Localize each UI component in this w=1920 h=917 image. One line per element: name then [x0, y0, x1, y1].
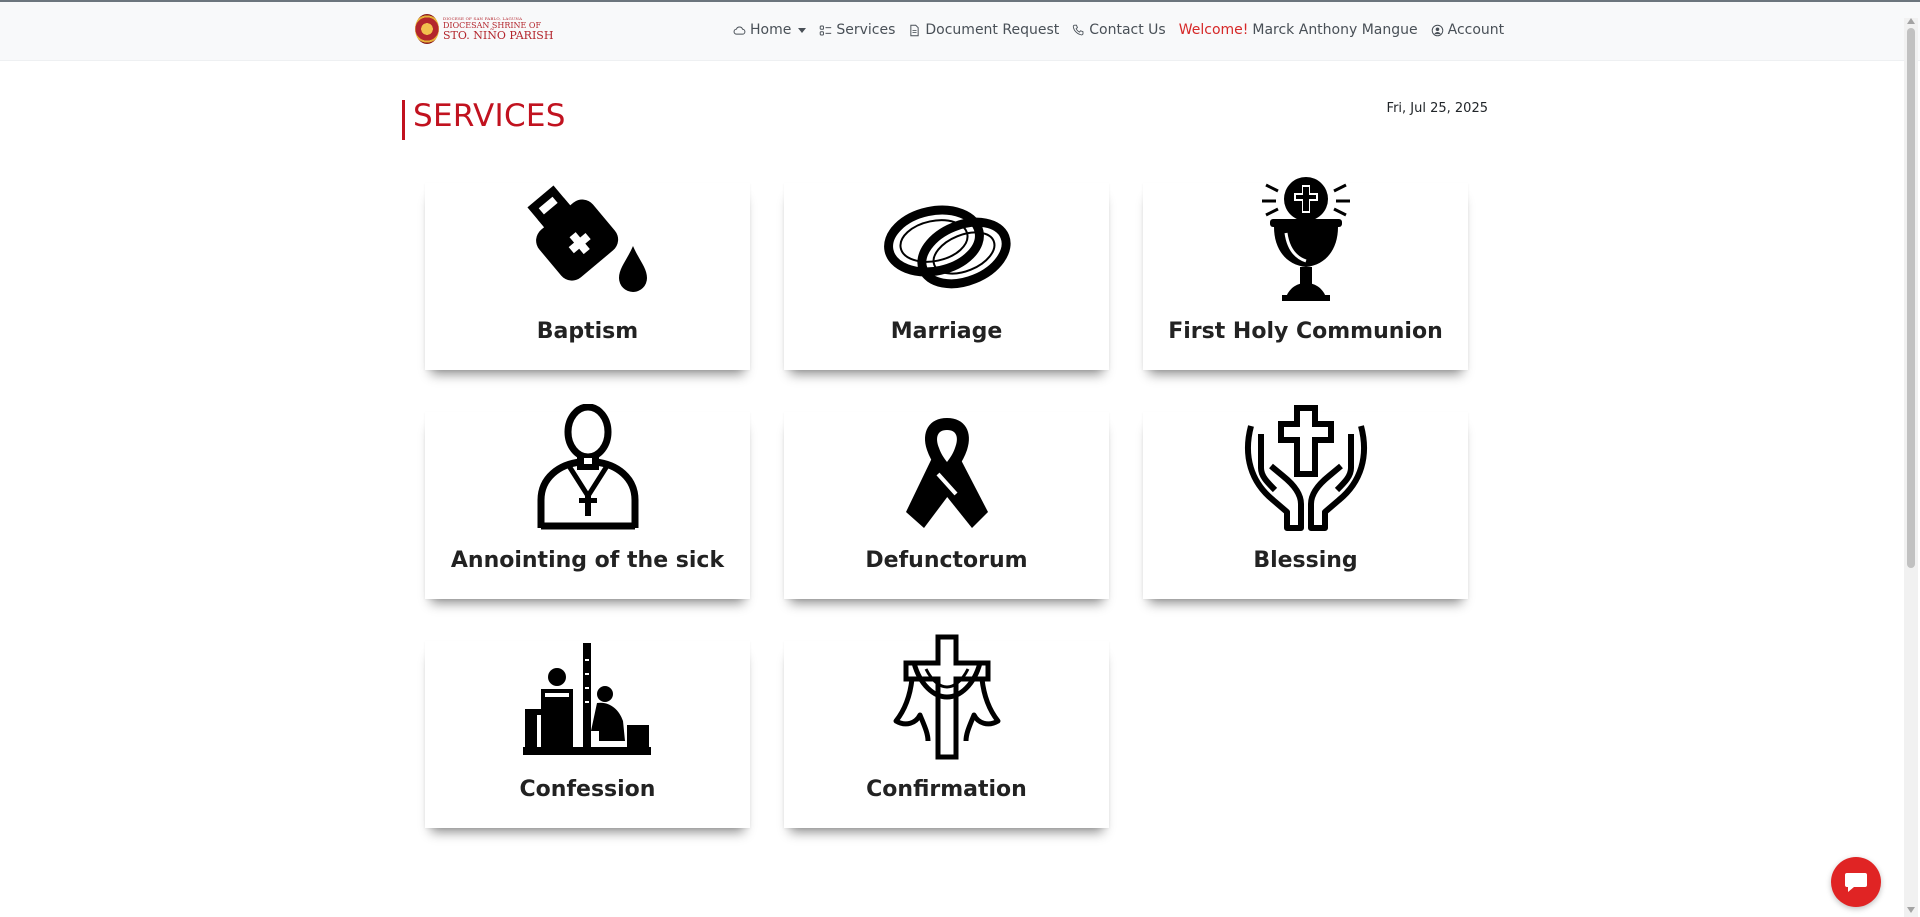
service-label: Confession	[519, 777, 656, 802]
page-title: SERVICES	[413, 98, 566, 134]
brand-logo[interactable]: DIOCESE OF SAN PABLO, LAGUNA DIOCESAN SH…	[415, 14, 553, 44]
welcome-label: Welcome!	[1178, 22, 1249, 38]
service-card-blessing[interactable]: Blessing	[1143, 405, 1468, 599]
scroll-up-arrow-icon[interactable]	[1907, 18, 1915, 24]
service-card-confession[interactable]: Confession	[425, 641, 750, 828]
service-card-defunctorum[interactable]: Defunctorum	[784, 412, 1109, 599]
hands-cross-icon	[1244, 405, 1367, 531]
nav-contact-us-label: Contact Us	[1089, 22, 1166, 38]
priest-icon	[537, 404, 638, 530]
service-card-annointing[interactable]: Annointing of the sick	[425, 404, 750, 599]
service-label: Confirmation	[866, 777, 1027, 802]
confession-icon	[522, 643, 651, 755]
main-nav: Home Services Document Request Contact U…	[733, 22, 1517, 38]
nav-document-request[interactable]: Document Request	[908, 22, 1059, 38]
nav-contact-us[interactable]: Contact Us	[1072, 22, 1166, 38]
brand-line-2: STO. NIÑO PARISH	[443, 29, 554, 42]
phone-icon	[1073, 24, 1084, 35]
title-accent-bar	[402, 100, 405, 140]
nav-account[interactable]: Account	[1431, 22, 1505, 38]
nav-home-dropdown[interactable]: Home	[733, 22, 807, 38]
current-date: Fri, Jul 25, 2025	[1386, 101, 1488, 116]
chat-bubble-icon	[1845, 873, 1867, 892]
user-name: Marck Anthony Mangue	[1252, 22, 1418, 38]
chalice-host-icon	[1261, 177, 1350, 301]
service-card-confirmation[interactable]: Confirmation	[784, 634, 1109, 828]
parish-seal-icon	[415, 14, 439, 44]
list-settings-icon	[820, 25, 832, 35]
cloud-icon	[733, 26, 746, 35]
nav-services-label: Services	[836, 22, 896, 38]
welcome-user: Welcome! Marck Anthony Mangue	[1179, 22, 1418, 38]
document-icon	[910, 24, 920, 36]
service-label: Annointing of the sick	[450, 548, 725, 573]
nav-services[interactable]: Services	[819, 22, 895, 38]
navbar: DIOCESE OF SAN PABLO, LAGUNA DIOCESAN SH…	[0, 2, 1920, 61]
cross-drape-icon	[893, 634, 1000, 760]
service-card-first-holy-communion[interactable]: First Holy Communion	[1143, 177, 1468, 370]
ribbon-icon	[905, 418, 988, 528]
service-label: Blessing	[1253, 548, 1358, 573]
vertical-scrollbar[interactable]	[1904, 18, 1918, 917]
service-label: Defunctorum	[865, 548, 1028, 573]
brand-text: DIOCESE OF SAN PABLO, LAGUNA DIOCESAN SH…	[443, 17, 554, 42]
chevron-down-icon	[798, 27, 807, 33]
service-label: First Holy Communion	[1168, 319, 1443, 344]
user-circle-icon	[1431, 24, 1443, 36]
scrollbar-thumb[interactable]	[1907, 28, 1915, 568]
service-card-marriage[interactable]: Marriage	[784, 183, 1109, 370]
service-label: Baptism	[536, 319, 639, 344]
scroll-down-arrow-icon[interactable]	[1907, 907, 1915, 913]
chat-button[interactable]	[1831, 857, 1881, 907]
nav-home-label: Home	[750, 22, 792, 38]
nav-account-label: Account	[1447, 22, 1505, 38]
nav-document-request-label: Document Request	[925, 22, 1060, 38]
baptism-oil-icon	[526, 185, 647, 292]
service-label: Marriage	[890, 319, 1003, 344]
service-card-baptism[interactable]: Baptism	[425, 183, 750, 370]
wedding-rings-icon	[883, 205, 1011, 289]
